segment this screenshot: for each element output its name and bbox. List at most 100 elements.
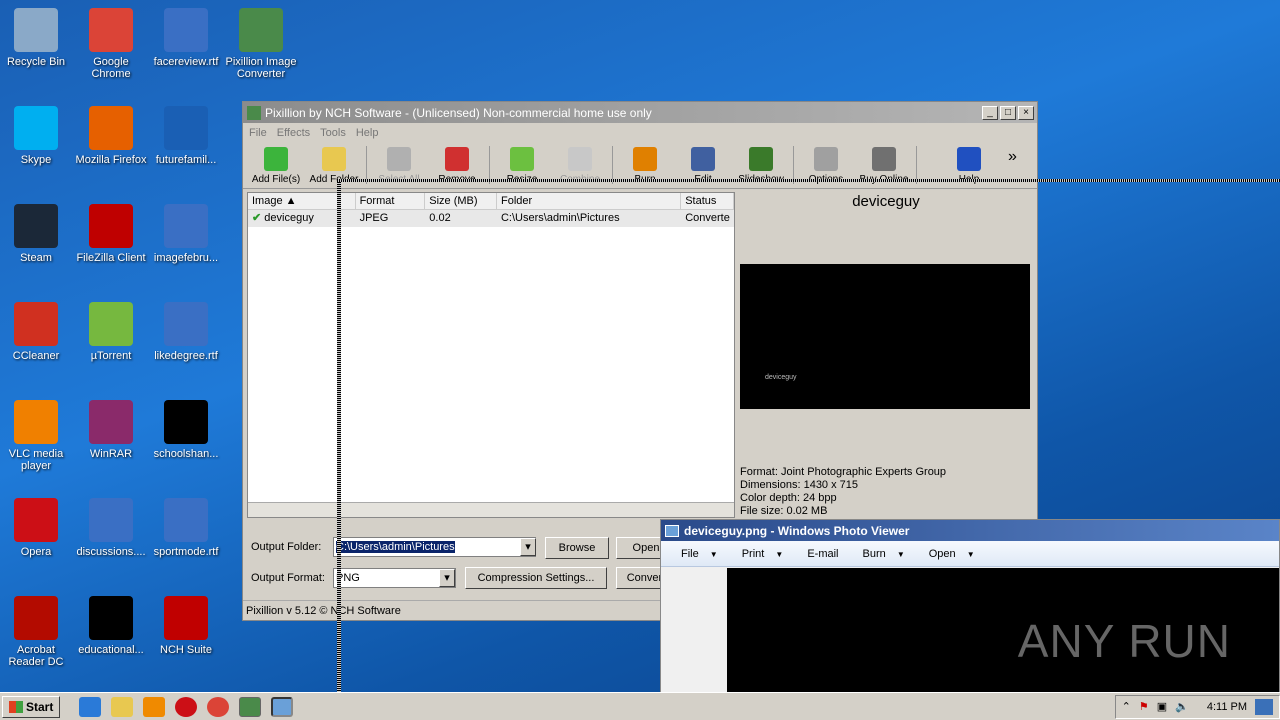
volume-icon[interactable]: 🔈: [1175, 700, 1189, 713]
desktop-icon-image: [164, 106, 208, 150]
desktop-icon[interactable]: µTorrent: [74, 302, 148, 362]
start-button[interactable]: Start: [2, 695, 61, 718]
media-player-icon[interactable]: [143, 696, 166, 717]
desktop-icon[interactable]: Skype: [0, 106, 73, 166]
desktop-icon[interactable]: Mozilla Firefox: [74, 106, 148, 166]
viewer-menu-print[interactable]: Print ▼: [742, 548, 784, 560]
menu-file[interactable]: File: [249, 127, 267, 139]
toolbar-overflow-button[interactable]: »: [1008, 148, 1017, 166]
desktop-icon[interactable]: discussions....: [74, 498, 148, 558]
desktop-icon[interactable]: CCleaner: [0, 302, 73, 362]
photo-viewer-task-icon[interactable]: [271, 696, 294, 717]
desktop-icon-image: [14, 596, 58, 640]
preview-title: deviceguy: [852, 193, 920, 210]
desktop-icon-image: [164, 302, 208, 346]
clock[interactable]: 4:11 PM: [1207, 701, 1247, 713]
opera-icon[interactable]: [175, 696, 198, 717]
dropdown-arrow-icon: ▼: [709, 549, 718, 559]
ie-icon[interactable]: [79, 696, 102, 717]
output-folder-input[interactable]: C:\Users\admin\Pictures: [333, 537, 536, 557]
title-bar[interactable]: Pixillion by NCH Software - (Unlicensed)…: [243, 102, 1037, 123]
close-button[interactable]: ×: [1018, 105, 1034, 120]
desktop-icon[interactable]: Recycle Bin: [0, 8, 73, 68]
desktop-icon-image: [164, 204, 208, 248]
chrome-icon[interactable]: [207, 696, 230, 717]
photo-viewer-title-bar[interactable]: deviceguy.png - Windows Photo Viewer: [661, 520, 1279, 541]
desktop-icon[interactable]: futurefamil...: [149, 106, 223, 166]
burn-icon: [633, 147, 657, 171]
cart-icon: [872, 147, 896, 171]
file-list[interactable]: Image ▲ Format Size (MB) Folder Status ✔…: [247, 192, 735, 518]
folder-add-icon: [322, 147, 346, 171]
desktop-icon[interactable]: educational...: [74, 596, 148, 656]
window-title: Pixillion by NCH Software - (Unlicensed)…: [265, 105, 652, 120]
info-filesize: File size: 0.02 MB: [740, 505, 828, 517]
photo-canvas: ANY RUN: [727, 568, 1279, 692]
viewer-menu-burn[interactable]: Burn ▼: [863, 548, 905, 560]
menu-tools[interactable]: Tools: [320, 127, 346, 139]
system-tray: ⌃ ⚑ ▣ 🔈 4:11 PM: [1114, 694, 1280, 719]
desktop-icon[interactable]: Acrobat Reader DC: [0, 596, 73, 668]
tray-expand-icon[interactable]: ⌃: [1122, 700, 1131, 713]
desktop-icon[interactable]: imagefebru...: [149, 204, 223, 264]
desktop-icon[interactable]: Steam: [0, 204, 73, 264]
action-center-flag-icon[interactable]: ⚑: [1139, 700, 1149, 713]
windows-logo-icon: [9, 700, 23, 713]
menu-bar: File Effects Tools Help: [243, 123, 1037, 143]
menu-effects[interactable]: Effects: [277, 127, 310, 139]
edit-icon: [691, 147, 715, 171]
table-row[interactable]: ✔ deviceguy JPEG 0.02 C:\Users\admin\Pic…: [248, 210, 734, 227]
desktop-icon[interactable]: VLC media player: [0, 400, 73, 472]
check-icon: ✔: [252, 212, 262, 224]
menu-help[interactable]: Help: [356, 127, 379, 139]
viewer-menu-file[interactable]: File ▼: [681, 548, 718, 560]
remove-icon: [445, 147, 469, 171]
compression-settings-button[interactable]: Compression Settings...: [465, 567, 607, 589]
info-depth: Color depth: 24 bpp: [740, 492, 837, 504]
desktop-icon-image: [164, 498, 208, 542]
photo-viewer-window: deviceguy.png - Windows Photo Viewer Fil…: [660, 519, 1280, 693]
show-desktop-icon[interactable]: [1255, 698, 1273, 715]
col-format[interactable]: Format: [356, 193, 426, 209]
desktop-icon-image: [89, 8, 133, 52]
viewer-menu-email[interactable]: E-mail: [807, 548, 838, 560]
desktop-icon[interactable]: sportmode.rtf: [149, 498, 223, 558]
desktop-icon-image: [89, 204, 133, 248]
browse-button[interactable]: Browse: [545, 537, 609, 559]
desktop-icon[interactable]: NCH Suite: [149, 596, 223, 656]
desktop-icon-image: [14, 498, 58, 542]
desktop-icon[interactable]: schoolshan...: [149, 400, 223, 460]
plus-icon: [264, 147, 288, 171]
list-header: Image ▲ Format Size (MB) Folder Status: [248, 193, 734, 210]
desktop-icon-image: [89, 106, 133, 150]
desktop-icon-image: [89, 302, 133, 346]
desktop-icon[interactable]: Opera: [0, 498, 73, 558]
desktop-icon[interactable]: WinRAR: [74, 400, 148, 460]
desktop-icon[interactable]: Google Chrome: [74, 8, 148, 80]
add-file-s-button[interactable]: Add File(s): [247, 147, 305, 188]
desktop-icon-image: [14, 8, 58, 52]
col-size[interactable]: Size (MB): [425, 193, 497, 209]
output-format-label: Output Format:: [251, 572, 325, 584]
desktop-icon-image: [14, 106, 58, 150]
output-format-dropdown[interactable]: ▾: [439, 569, 455, 587]
pixillion-task-icon[interactable]: [239, 696, 262, 717]
minimize-button[interactable]: _: [982, 105, 998, 120]
desktop-icon[interactable]: likedegree.rtf: [149, 302, 223, 362]
maximize-button[interactable]: □: [1000, 105, 1016, 120]
desktop-icon[interactable]: FileZilla Client: [74, 204, 148, 264]
dropdown-arrow-icon: ▼: [966, 549, 975, 559]
desktop-icon-image: [89, 498, 133, 542]
horizontal-scrollbar[interactable]: [248, 502, 734, 517]
desktop-icon[interactable]: Pixillion Image Converter: [224, 8, 298, 80]
output-folder-dropdown[interactable]: ▾: [520, 538, 536, 556]
network-icon[interactable]: ▣: [1157, 700, 1167, 713]
explorer-icon[interactable]: [111, 696, 134, 717]
desktop-icon[interactable]: facereview.rtf: [149, 8, 223, 68]
viewer-menu-open[interactable]: Open ▼: [929, 548, 975, 560]
col-status[interactable]: Status: [681, 193, 734, 209]
output-format-select[interactable]: PNG: [333, 568, 456, 588]
dropdown-arrow-icon: ▼: [775, 549, 784, 559]
col-folder[interactable]: Folder: [497, 193, 682, 209]
desktop-icon-image: [164, 596, 208, 640]
